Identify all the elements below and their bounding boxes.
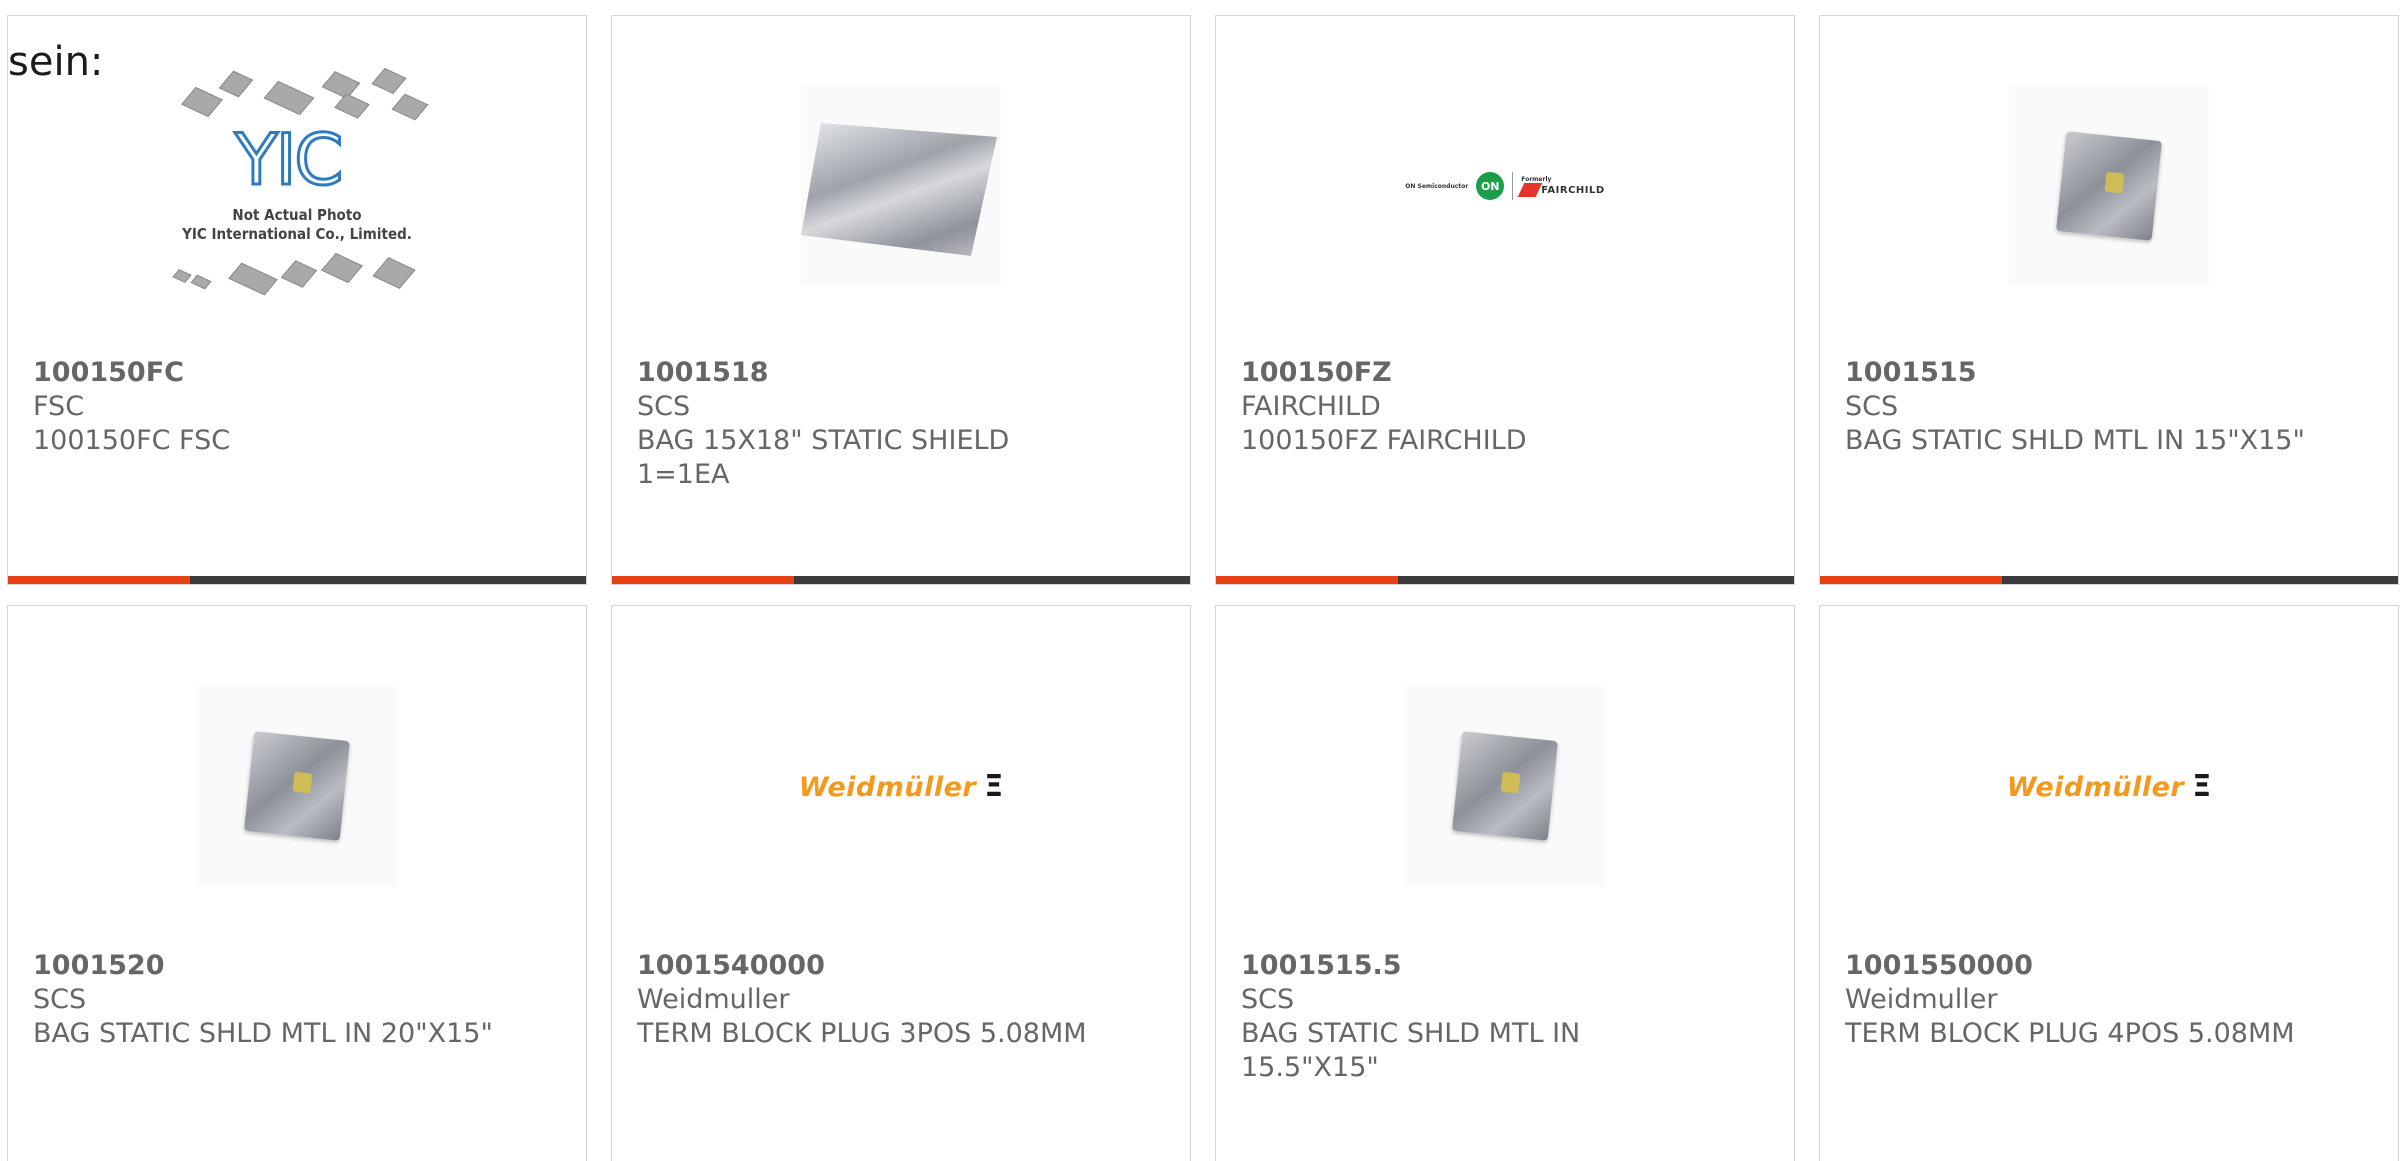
product-image[interactable] (8, 616, 586, 956)
part-number[interactable]: 100150FC (33, 356, 566, 390)
product-card[interactable]: Weidmüller Ξ 1001540000 Weidmuller TERM B… (611, 605, 1191, 1161)
description: 100150FZ FAIRCHILD (1241, 425, 1527, 456)
card-bottom-bar (1820, 576, 2398, 584)
product-info: 1001515.5 SCS BAG STATIC SHLD MTL IN 15.… (1241, 949, 1774, 1085)
product-info: 100150FC FSC 100150FC FSC (33, 356, 566, 458)
part-number[interactable]: 1001550000 (1845, 949, 2378, 983)
product-image[interactable] (612, 16, 1190, 356)
card-bottom-bar (1216, 576, 1794, 584)
description: BAG STATIC SHLD MTL IN 15"X15" (1845, 425, 2305, 456)
product-image[interactable] (1216, 616, 1794, 956)
product-card[interactable]: 1001518 SCS BAG 15X18" STATIC SHIELD 1=1… (611, 15, 1191, 585)
product-card[interactable]: ON Semiconductor ON Formerly FAIRCHILD 1… (1215, 15, 1795, 585)
card-bottom-bar (8, 576, 586, 584)
weidmuller-logo: Weidmüller Ξ (798, 768, 1004, 804)
part-number[interactable]: 1001515.5 (1241, 949, 1774, 983)
static-bag-image (801, 86, 1001, 286)
product-card[interactable]: YIC Not Actual Photo YIC International C… (7, 15, 587, 585)
manufacturer: SCS (33, 984, 87, 1015)
product-card[interactable]: 1001515.5 SCS BAG STATIC SHLD MTL IN 15.… (1215, 605, 1795, 1161)
product-image[interactable]: Weidmüller Ξ (1820, 616, 2398, 956)
fairchild-logo: ON Semiconductor ON Formerly FAIRCHILD (1405, 172, 1604, 200)
description: BAG STATIC SHLD MTL IN 15.5"X15" (1241, 1018, 1581, 1083)
part-number[interactable]: 1001515 (1845, 356, 2378, 390)
product-info: 1001550000 Weidmuller TERM BLOCK PLUG 4P… (1845, 949, 2378, 1051)
manufacturer: SCS (637, 391, 691, 422)
manufacturer: Weidmuller (1845, 984, 1998, 1015)
product-info: 1001540000 Weidmuller TERM BLOCK PLUG 3P… (637, 949, 1170, 1051)
weidmuller-mark-icon: Ξ (2192, 768, 2212, 804)
manufacturer: FSC (33, 391, 85, 422)
description: 100150FC FSC (33, 425, 231, 456)
manufacturer: FAIRCHILD (1241, 391, 1381, 422)
part-number[interactable]: 1001540000 (637, 949, 1170, 983)
manufacturer: SCS (1845, 391, 1899, 422)
description: TERM BLOCK PLUG 4POS 5.08MM (1845, 1018, 2295, 1049)
weidmuller-logo: Weidmüller Ξ (2006, 768, 2212, 804)
product-image[interactable]: Weidmüller Ξ (612, 616, 1190, 956)
card-bottom-bar (612, 576, 1190, 584)
product-info: 1001520 SCS BAG STATIC SHLD MTL IN 20"X1… (33, 949, 566, 1051)
description: TERM BLOCK PLUG 3POS 5.08MM (637, 1018, 1087, 1049)
manufacturer: Weidmuller (637, 984, 790, 1015)
static-bag-image (1405, 686, 1605, 886)
fairchild-slash-icon (1517, 182, 1543, 197)
yic-placeholder-image: YIC Not Actual Photo YIC International C… (157, 61, 437, 311)
heading-fragment: sein: (8, 39, 104, 85)
part-number[interactable]: 1001520 (33, 949, 566, 983)
description: BAG 15X18" STATIC SHIELD 1=1EA (637, 425, 1010, 490)
part-number[interactable]: 100150FZ (1241, 356, 1774, 390)
weidmuller-mark-icon: Ξ (984, 768, 1004, 804)
product-info: 100150FZ FAIRCHILD 100150FZ FAIRCHILD (1241, 356, 1774, 458)
product-grid-page: sein: YIC Not Actual Photo YIC Internati… (0, 0, 2400, 1161)
product-card[interactable]: Weidmüller Ξ 1001550000 Weidmuller TERM B… (1819, 605, 2399, 1161)
product-info: 1001515 SCS BAG STATIC SHLD MTL IN 15"X1… (1845, 356, 2378, 458)
part-number[interactable]: 1001518 (637, 356, 1170, 390)
product-card[interactable]: 1001520 SCS BAG STATIC SHLD MTL IN 20"X1… (7, 605, 587, 1161)
description: BAG STATIC SHLD MTL IN 20"X15" (33, 1018, 493, 1049)
product-image[interactable]: ON Semiconductor ON Formerly FAIRCHILD (1216, 16, 1794, 356)
manufacturer: SCS (1241, 984, 1295, 1015)
static-bag-image (197, 686, 397, 886)
product-info: 1001518 SCS BAG 15X18" STATIC SHIELD 1=1… (637, 356, 1170, 492)
image-caption: Not Actual Photo YIC International Co., … (182, 206, 412, 243)
on-semiconductor-icon: ON (1476, 172, 1505, 200)
product-image[interactable] (1820, 16, 2398, 356)
product-card[interactable]: 1001515 SCS BAG STATIC SHLD MTL IN 15"X1… (1819, 15, 2399, 585)
yic-logo: YIC (233, 118, 344, 203)
static-bag-image (2009, 86, 2209, 286)
